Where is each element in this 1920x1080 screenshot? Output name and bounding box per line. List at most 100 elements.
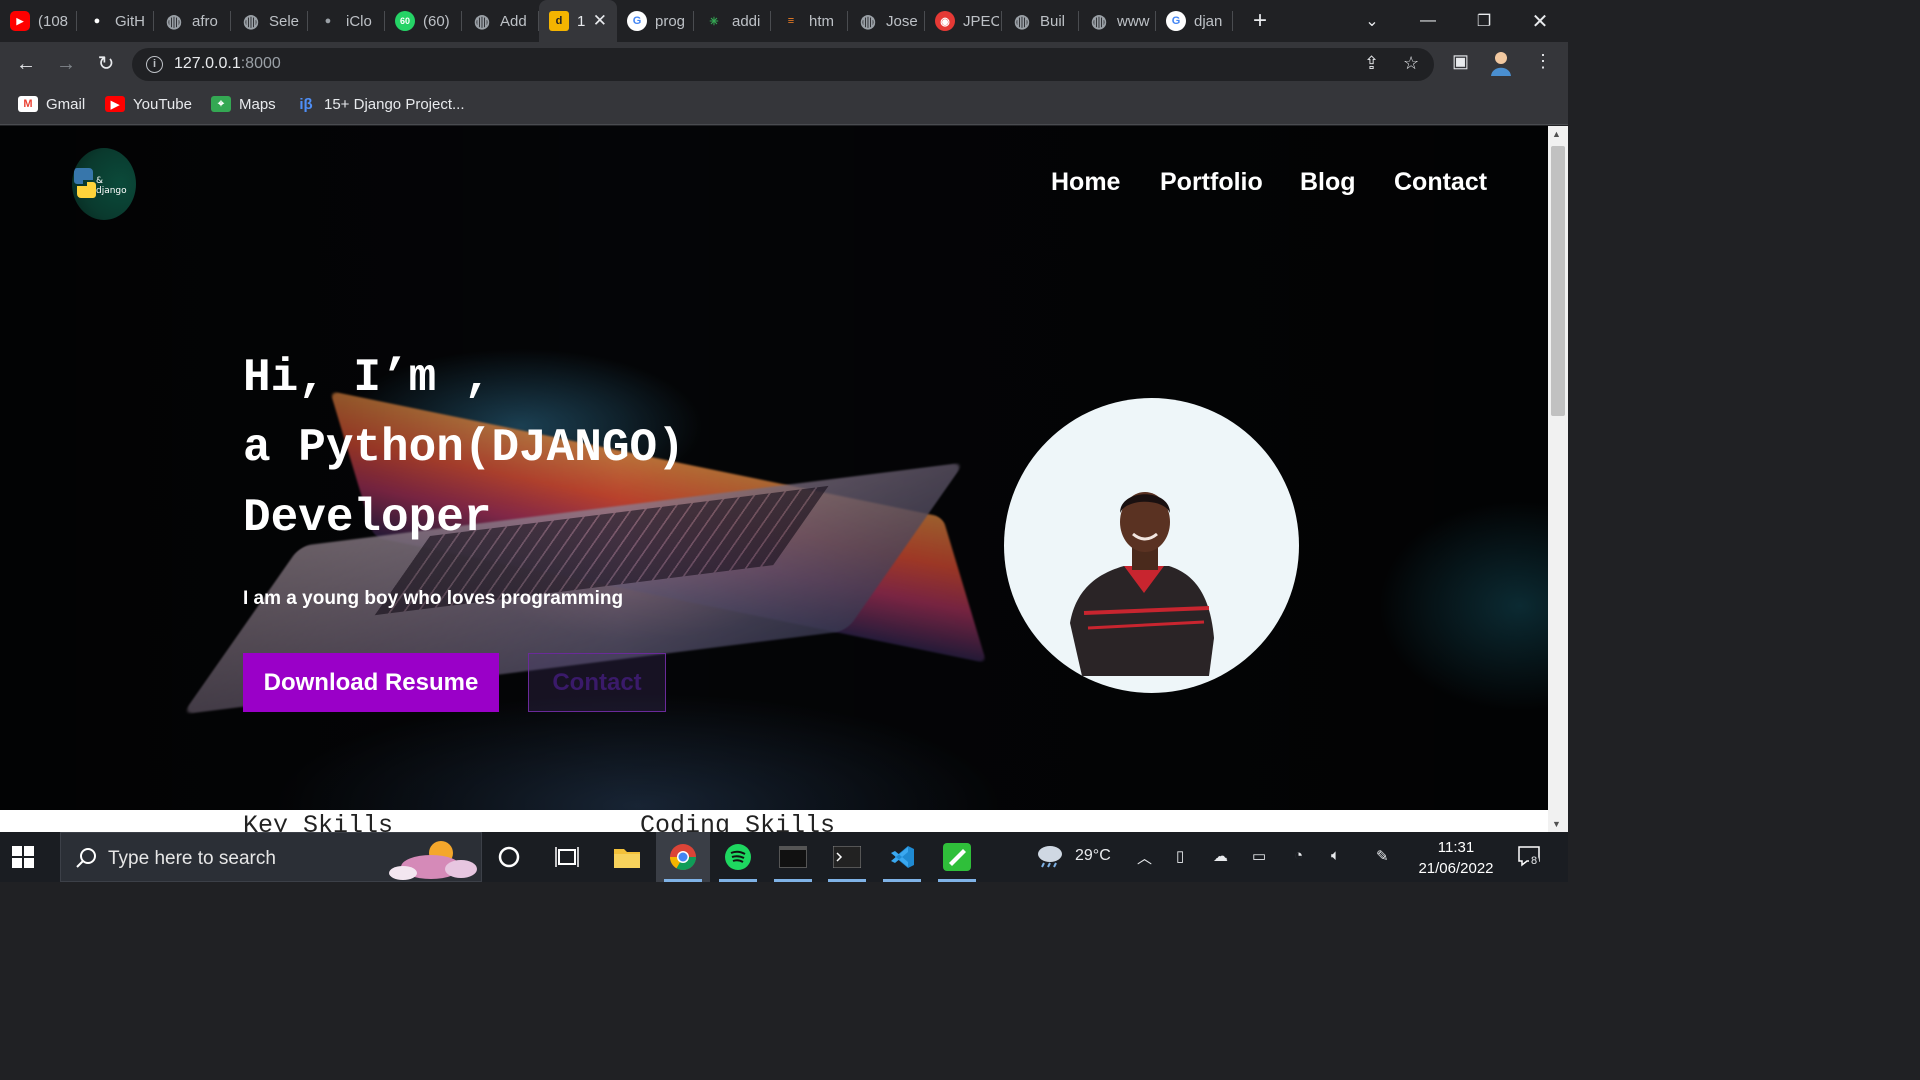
- browser-tab[interactable]: Gprog: [617, 0, 694, 42]
- battery-icon[interactable]: ▭: [1252, 847, 1266, 865]
- windows-start-icon[interactable]: [12, 846, 34, 873]
- profile-avatar[interactable]: [1490, 50, 1512, 81]
- menu-kebab-icon[interactable]: ⋮: [1534, 51, 1552, 72]
- weather-temperature[interactable]: 29°C: [1075, 847, 1111, 865]
- terminal-icon[interactable]: [820, 832, 874, 882]
- contact-button[interactable]: Contact: [528, 653, 666, 712]
- new-tab-button[interactable]: +: [1249, 7, 1271, 35]
- tab-title: addi: [732, 12, 761, 30]
- forward-button[interactable]: →: [52, 50, 80, 78]
- nav-home[interactable]: Home: [1051, 168, 1120, 197]
- browser-tab[interactable]: ◉ JPEC: [925, 0, 1002, 42]
- scrollbar-thumb[interactable]: [1551, 146, 1565, 416]
- nav-contact[interactable]: Contact: [1394, 168, 1487, 197]
- vscode-icon[interactable]: [875, 832, 929, 882]
- scroll-up-icon[interactable]: ▲: [1552, 129, 1561, 139]
- restore-button[interactable]: ❐: [1456, 0, 1512, 42]
- browser-tab[interactable]: ● iClo: [308, 0, 385, 42]
- logo-text: & django: [96, 176, 127, 196]
- jpeg-icon: ◉: [935, 11, 955, 31]
- cortana-icon[interactable]: [482, 832, 536, 882]
- clock-date: 21/06/2022: [1418, 860, 1494, 877]
- tab-title: Buil: [1040, 12, 1066, 30]
- spotify-icon[interactable]: [711, 832, 765, 882]
- tab-title: djan: [1194, 12, 1223, 30]
- back-button[interactable]: ←: [12, 50, 40, 78]
- browser-tab[interactable]: ◍ afro: [154, 0, 231, 42]
- hero-heading-line-3: Developer: [243, 492, 492, 544]
- taskbar-search-box[interactable]: Type here to search: [60, 832, 482, 882]
- minimize-button[interactable]: —: [1400, 0, 1456, 42]
- apple-icon: ●: [324, 15, 332, 27]
- volume-icon[interactable]: 🔈︎: [1331, 847, 1340, 864]
- browser-tab[interactable]: ◍ Jose: [848, 0, 925, 42]
- page-scrollbar[interactable]: ▲ ▼: [1548, 126, 1568, 832]
- browser-tab[interactable]: ◍ Buil: [1002, 0, 1079, 42]
- browser-tab[interactable]: d 1 ✕: [539, 0, 617, 42]
- tray-chevron-up-icon[interactable]: ︿: [1137, 847, 1152, 868]
- hero-heading-line-2: a Python(DJANGO): [243, 422, 685, 474]
- chrome-taskbar-icon[interactable]: [656, 832, 710, 882]
- browser-tab[interactable]: 60 (60): [385, 0, 462, 42]
- wifi-icon[interactable]: ◔: [1294, 847, 1303, 864]
- browser-tab[interactable]: ≡ htm: [771, 0, 848, 42]
- browser-tab[interactable]: ● GitH: [77, 0, 154, 42]
- key-skills-heading: Key Skills: [243, 811, 394, 832]
- d-icon: d: [549, 11, 569, 31]
- google-icon: G: [1166, 11, 1186, 31]
- browser-tab[interactable]: Gdjan: [1156, 0, 1233, 42]
- gmail-icon: M: [18, 96, 38, 112]
- scroll-down-icon[interactable]: ▼: [1552, 819, 1561, 829]
- green-app-icon[interactable]: [930, 832, 984, 882]
- python-logo-icon: [74, 168, 96, 198]
- tab-strip: ▶ (108 ● GitH ◍ afro ◍ Sele ● iClo 60 (60) ◍ Add d 1 ✕ Gp…: [0, 0, 1568, 42]
- url-text[interactable]: 127.0.0.1:8000: [174, 55, 281, 73]
- tab-title: iClo: [346, 12, 372, 30]
- whatsapp-icon: 60: [395, 11, 415, 31]
- clock-time: 11:31: [1437, 839, 1475, 856]
- tab-title: Jose: [886, 12, 918, 30]
- close-tab-icon[interactable]: ✕: [593, 11, 607, 31]
- side-panel-icon[interactable]: ▣: [1452, 51, 1469, 72]
- windows-taskbar: Type here to search 29°C ︿ ▯ ☁ ▭ ◔ 🔈︎ ✎ …: [0, 832, 1568, 882]
- tab-title: Sele: [269, 12, 300, 30]
- bookmark-maps[interactable]: ⌖ Maps: [211, 94, 276, 114]
- file-explorer-icon[interactable]: [600, 832, 654, 882]
- pen-icon[interactable]: ✎: [1376, 847, 1389, 865]
- site-info-icon[interactable]: i: [146, 56, 163, 73]
- browser-tab[interactable]: ◍ Sele: [231, 0, 308, 42]
- tab-search-icon[interactable]: ⌄: [1344, 0, 1400, 42]
- globe-icon: ◍: [1014, 10, 1030, 31]
- tab-title: prog: [655, 12, 686, 30]
- browser-tab[interactable]: ✳ addi: [694, 0, 771, 42]
- system-clock[interactable]: 11:31 21/06/2022: [1412, 837, 1500, 879]
- nav-portfolio[interactable]: Portfolio: [1160, 168, 1263, 197]
- browser-tab[interactable]: ▶ (108: [0, 0, 77, 42]
- weather-rain-icon[interactable]: [1036, 844, 1064, 872]
- youtube-icon: ▶: [10, 11, 30, 31]
- notifications-icon[interactable]: 8: [1517, 844, 1541, 872]
- bookmark-gmail[interactable]: M Gmail: [18, 94, 85, 114]
- tab-title: htm: [809, 12, 835, 30]
- site-logo[interactable]: & django: [72, 148, 136, 220]
- bookmark-django-projects[interactable]: iβ 15+ Django Project...: [296, 94, 464, 114]
- address-bar[interactable]: i 127.0.0.1:8000 ⇪ ☆: [132, 48, 1434, 81]
- bookmark-star-icon[interactable]: ☆: [1403, 53, 1419, 74]
- browser-toolbar: ← → ↻ i 127.0.0.1:8000 ⇪ ☆ ▣ ⋮: [0, 42, 1568, 86]
- onedrive-icon[interactable]: ☁: [1213, 847, 1228, 865]
- browser-tab[interactable]: ◍ www: [1079, 0, 1156, 42]
- command-prompt-icon[interactable]: [766, 832, 820, 882]
- weather-clouds-icon: [389, 841, 477, 880]
- nav-blog[interactable]: Blog: [1300, 168, 1356, 197]
- tab-title: afro: [192, 12, 218, 30]
- bookmark-label: Maps: [239, 95, 276, 113]
- bookmark-youtube[interactable]: ▶ YouTube: [105, 94, 192, 114]
- task-view-icon[interactable]: [540, 832, 594, 882]
- reload-button[interactable]: ↻: [92, 50, 120, 78]
- close-window-button[interactable]: ✕: [1512, 0, 1568, 42]
- meet-now-icon[interactable]: ▯: [1176, 847, 1184, 865]
- share-icon[interactable]: ⇪: [1364, 53, 1379, 74]
- bookmark-label: YouTube: [133, 95, 192, 113]
- download-resume-button[interactable]: Download Resume: [243, 653, 499, 712]
- browser-tab[interactable]: ◍ Add: [462, 0, 539, 42]
